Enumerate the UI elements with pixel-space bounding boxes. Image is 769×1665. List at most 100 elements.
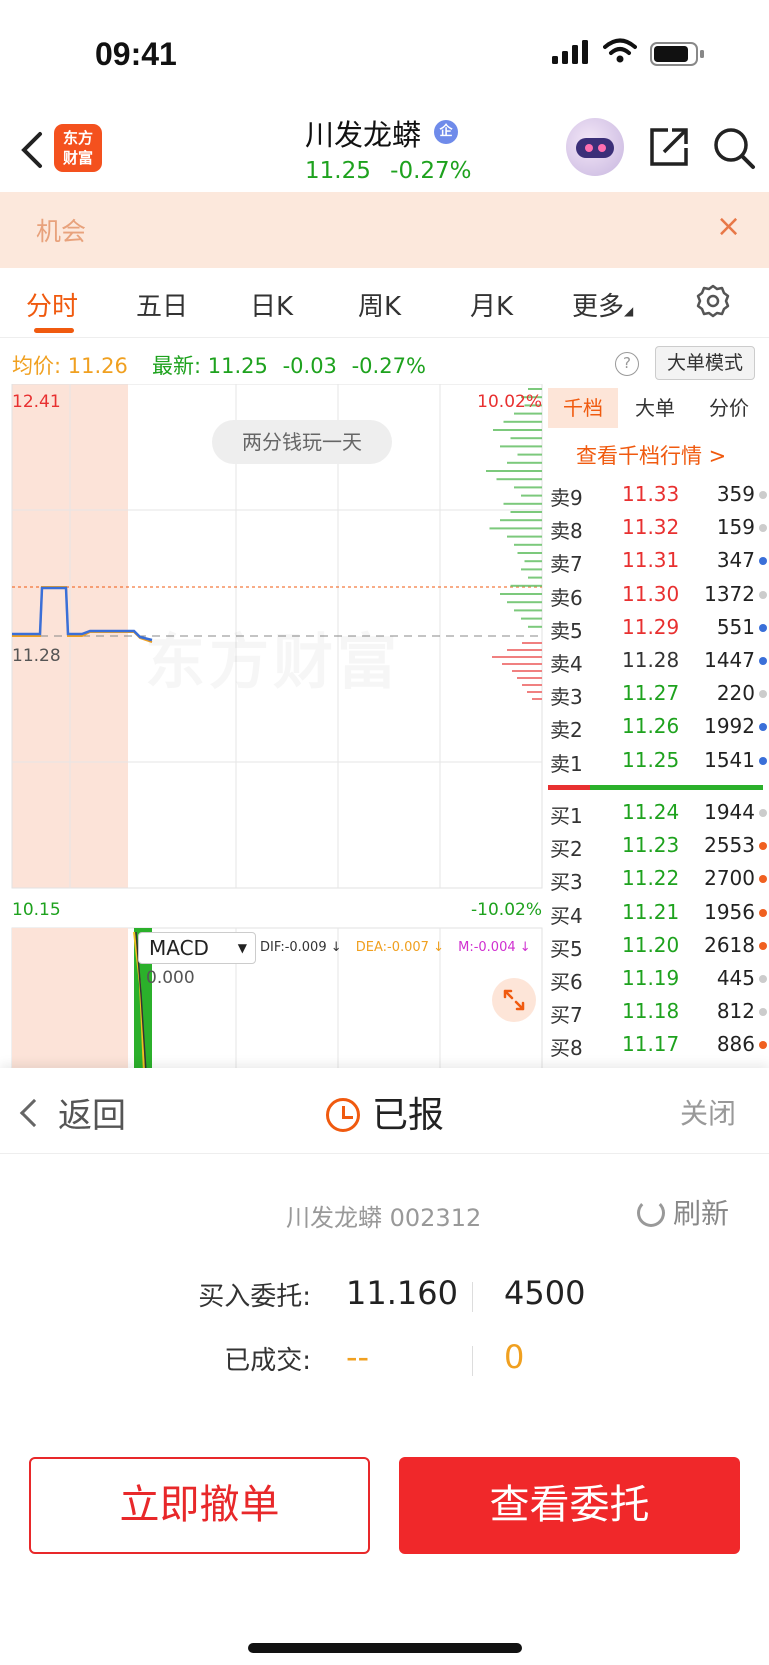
latest-price: 最新: 11.25 -0.03 -0.27% bbox=[152, 350, 426, 380]
logo-line-2: 财富 bbox=[62, 149, 93, 167]
promo-pill[interactable]: 两分钱玩一天 bbox=[212, 420, 392, 464]
ask-price: 11.32 bbox=[622, 515, 680, 540]
ask-row[interactable]: 卖9 11.33 359 bbox=[548, 478, 769, 511]
big-order-mode-button[interactable]: 大单模式 bbox=[655, 346, 755, 380]
help-icon[interactable]: ? bbox=[615, 352, 639, 376]
tab-five-day[interactable]: 五日 bbox=[136, 286, 188, 323]
bid-indicator-dot bbox=[759, 908, 767, 917]
chevron-left-icon bbox=[19, 1098, 49, 1128]
signal-icon bbox=[552, 40, 588, 64]
stock-name: 川发龙蟒 bbox=[305, 118, 422, 152]
status-bar: 09:41 bbox=[0, 0, 769, 110]
sheet-close-button[interactable]: 关闭 bbox=[680, 1092, 736, 1132]
tab-weekly-k[interactable]: 周K bbox=[358, 286, 401, 323]
bid-indicator-dot bbox=[759, 842, 767, 851]
opportunity-banner[interactable]: 机会 × bbox=[0, 192, 769, 268]
ask-indicator-dot bbox=[759, 690, 767, 699]
expand-chart-button[interactable] bbox=[492, 978, 536, 1022]
watermark: 东方财富 bbox=[145, 614, 401, 701]
ask-row[interactable]: 卖8 11.32 159 bbox=[548, 511, 769, 544]
bid-indicator-dot bbox=[759, 1008, 767, 1017]
bid-row[interactable]: 买7 11.18 812 bbox=[548, 995, 769, 1028]
bid-row[interactable]: 买8 11.17 886 bbox=[548, 1028, 769, 1061]
back-arrow-icon[interactable] bbox=[14, 128, 50, 172]
last-change: -0.03 bbox=[282, 354, 337, 378]
divider bbox=[472, 1346, 473, 1376]
bid-row[interactable]: 买3 11.22 2700 bbox=[548, 862, 769, 895]
ask-row[interactable]: 卖5 11.29 551 bbox=[548, 611, 769, 644]
ai-assistant-avatar[interactable] bbox=[566, 118, 624, 176]
tab-daily-k[interactable]: 日K bbox=[250, 286, 293, 323]
macd-dea: DEA:-0.007 ↓ bbox=[355, 940, 444, 955]
bid-indicator-dot bbox=[759, 875, 767, 884]
battery-icon bbox=[650, 42, 704, 66]
ask-row[interactable]: 卖1 11.25 1541 bbox=[548, 744, 769, 777]
banner-close-icon[interactable]: × bbox=[716, 212, 741, 242]
refresh-button[interactable]: 刷新 bbox=[637, 1192, 729, 1232]
bid-row[interactable]: 买6 11.19 445 bbox=[548, 962, 769, 995]
depth-bar bbox=[489, 527, 542, 530]
tab-price-distribution[interactable]: 分价 bbox=[694, 388, 764, 428]
ask-level-label: 卖2 bbox=[550, 718, 583, 743]
chart-canvas bbox=[11, 384, 543, 1072]
ask-indicator-dot bbox=[759, 557, 767, 566]
ask-indicator-dot bbox=[759, 623, 767, 632]
settings-gear-icon[interactable] bbox=[696, 284, 730, 318]
depth-bar bbox=[521, 617, 542, 620]
depth-bar bbox=[517, 453, 542, 456]
order-label: 买入委托: bbox=[198, 1282, 311, 1312]
ask-level-label: 卖9 bbox=[550, 486, 583, 510]
tab-more[interactable]: 更多◢ bbox=[572, 286, 633, 323]
cancel-order-button[interactable]: 立即撤单 bbox=[29, 1457, 370, 1554]
bid-level-label: 买3 bbox=[550, 870, 583, 895]
filled-price: -- bbox=[346, 1338, 370, 1376]
share-icon[interactable] bbox=[648, 126, 690, 168]
ask-level-label: 卖7 bbox=[550, 552, 583, 577]
ask-volume: 1992 bbox=[704, 714, 755, 739]
ask-price: 11.27 bbox=[622, 681, 680, 706]
tab-depth[interactable]: 千档 bbox=[548, 388, 618, 428]
tab-monthly-k[interactable]: 月K bbox=[470, 286, 513, 323]
tab-intraday[interactable]: 分时 bbox=[26, 286, 78, 323]
indicator-select[interactable]: MACD ▼ bbox=[138, 932, 256, 964]
depth-bar bbox=[532, 698, 542, 700]
depth-bar bbox=[512, 670, 542, 672]
bid-row[interactable]: 买5 11.20 2618 bbox=[548, 929, 769, 962]
filled-row: 已成交: -- 0 bbox=[0, 1338, 769, 1382]
ask-row[interactable]: 卖7 11.31 347 bbox=[548, 544, 769, 577]
last-change-pct: -0.27% bbox=[351, 354, 426, 378]
bid-row[interactable]: 买1 11.24 1944 bbox=[548, 796, 769, 829]
tab-more-label: 更多 bbox=[572, 292, 625, 322]
order-quantity: 4500 bbox=[504, 1274, 586, 1312]
ask-row[interactable]: 卖4 11.28 1447 bbox=[548, 644, 769, 677]
intraday-chart[interactable]: 东方财富 两分钱玩一天 12.41 11.28 10.15 10.02% -10… bbox=[0, 384, 548, 1072]
view-depth-link[interactable]: 查看千档行情 > bbox=[576, 440, 726, 470]
bid-price: 11.24 bbox=[622, 800, 680, 824]
ask-row[interactable]: 卖2 11.26 1992 bbox=[548, 710, 769, 743]
quote-info-row: 均价: 11.26 最新: 11.25 -0.03 -0.27% ? 大单模式 bbox=[0, 344, 769, 384]
ask-level-label: 卖5 bbox=[550, 618, 583, 643]
pct-high-label: 10.02% bbox=[477, 392, 542, 412]
app-logo[interactable]: 东方 财富 bbox=[54, 124, 102, 172]
bid-indicator-dot bbox=[759, 975, 767, 983]
view-orders-button[interactable]: 查看委托 bbox=[399, 1457, 740, 1554]
ask-indicator-dot bbox=[759, 524, 767, 533]
filled-quantity: 0 bbox=[504, 1338, 525, 1376]
search-icon[interactable] bbox=[712, 126, 756, 170]
order-book-tabs: 千档 大单 分价 bbox=[548, 388, 769, 428]
header-change-pct: -0.27% bbox=[390, 158, 472, 184]
sheet-back-label: 返回 bbox=[58, 1096, 126, 1136]
sheet-back-button[interactable]: 返回 bbox=[18, 1088, 126, 1137]
bid-row[interactable]: 买4 11.21 1956 bbox=[548, 896, 769, 929]
bid-ask-ratio-bar bbox=[548, 785, 763, 790]
status-time: 09:41 bbox=[95, 36, 177, 72]
ask-row[interactable]: 卖3 11.27 220 bbox=[548, 677, 769, 710]
bid-volume: 445 bbox=[716, 966, 755, 990]
ask-level-label: 卖1 bbox=[550, 751, 583, 776]
bid-row[interactable]: 买2 11.23 2553 bbox=[548, 829, 769, 862]
ask-row[interactable]: 卖6 11.30 1372 bbox=[548, 578, 769, 611]
active-tab-indicator bbox=[34, 328, 74, 333]
bid-ratio bbox=[590, 785, 763, 790]
tab-big-orders[interactable]: 大单 bbox=[620, 388, 690, 428]
sheet-header: 返回 已报 关闭 bbox=[0, 1068, 769, 1154]
